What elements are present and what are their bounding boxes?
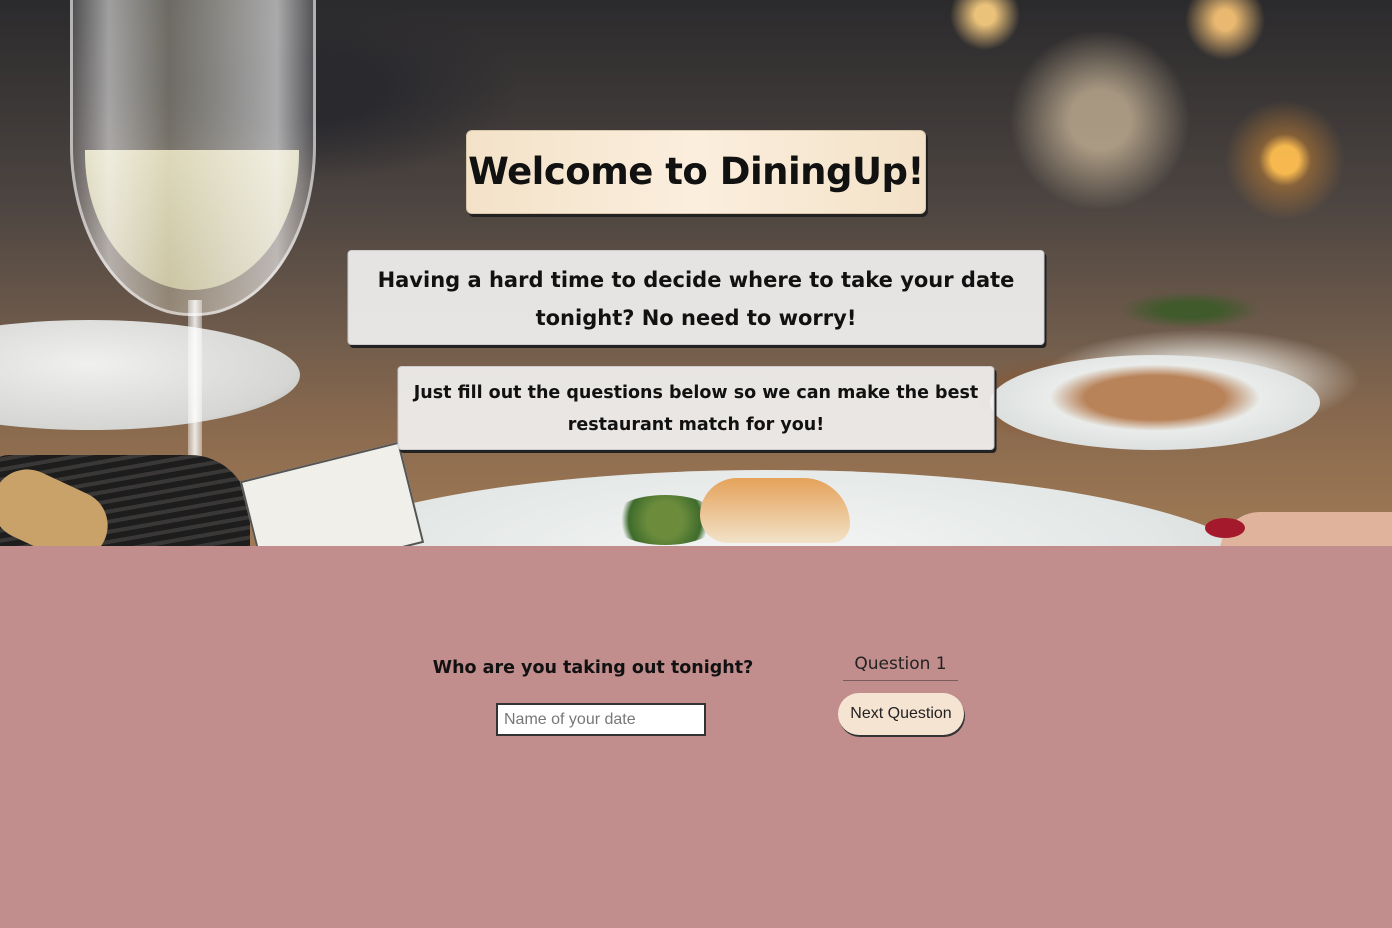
hero-banner: Welcome to DiningUp! Having a hard time … (0, 0, 1392, 546)
quiz-section: Who are you taking out tonight? Question… (0, 546, 1392, 928)
instructions: Just fill out the questions below so we … (397, 366, 995, 450)
next-question-button[interactable]: Next Question (838, 693, 964, 735)
tagline: Having a hard time to decide where to ta… (347, 250, 1045, 345)
question-counter: Question 1 (843, 654, 958, 681)
question-label: Who are you taking out tonight? (432, 658, 754, 678)
date-name-input[interactable] (496, 703, 706, 736)
page-title: Welcome to DiningUp! (466, 130, 926, 214)
